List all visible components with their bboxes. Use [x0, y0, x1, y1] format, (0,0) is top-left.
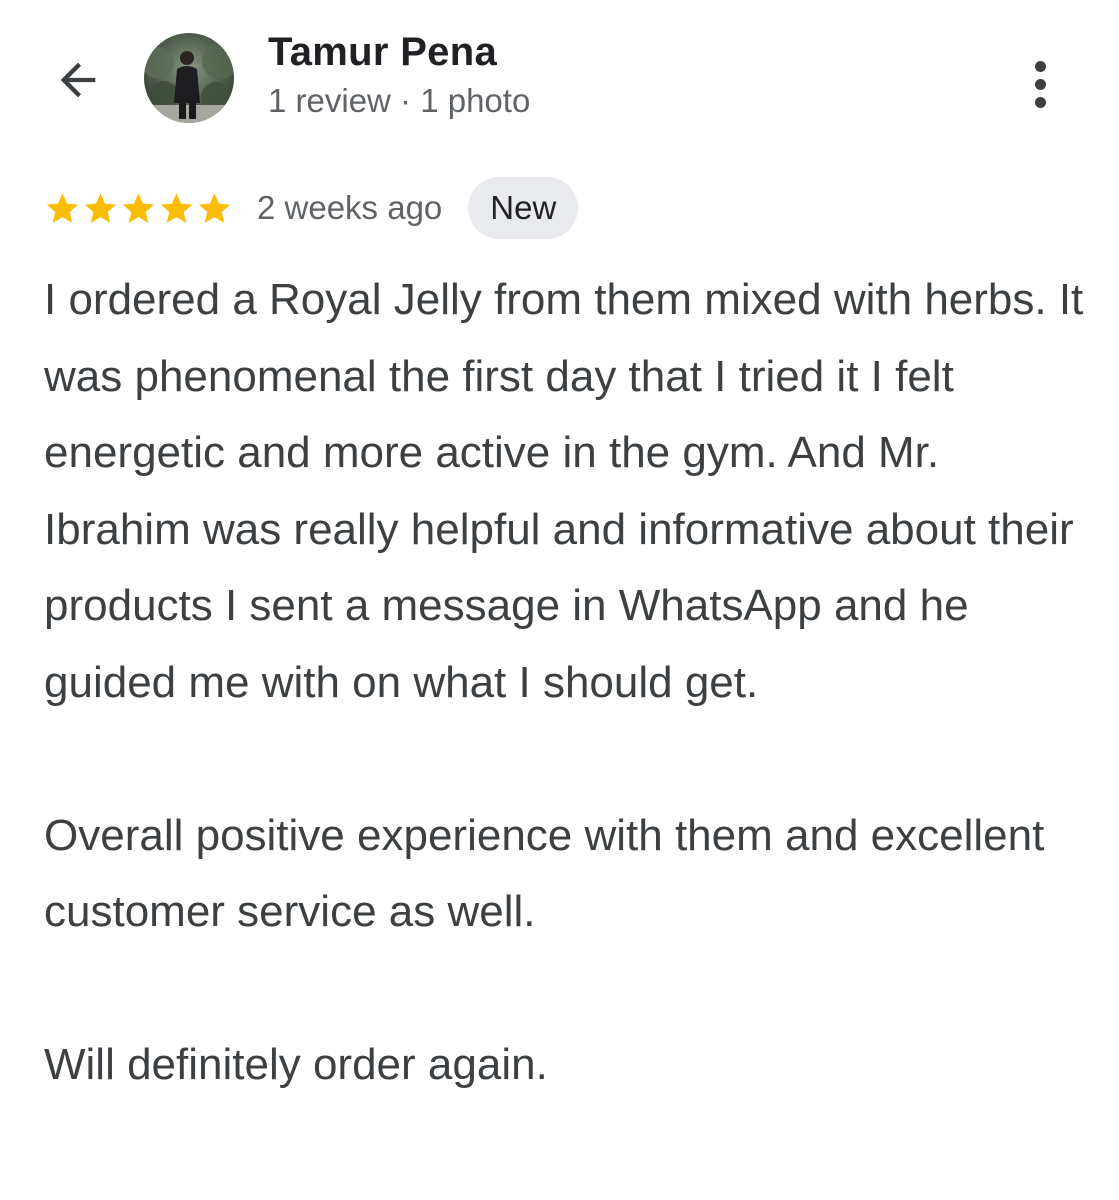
more-vertical-icon	[1034, 60, 1046, 72]
rating-row: 2 weeks ago New	[44, 176, 579, 240]
reviewer-meta: 1 review · 1 photo	[268, 82, 531, 119]
more-vertical-icon-dot	[1034, 78, 1046, 90]
avatar-photo	[144, 33, 234, 123]
reviewer-name[interactable]: Tamur Pena	[268, 30, 497, 75]
review-text: I ordered a Royal Jelly from them mixed …	[44, 262, 1084, 1104]
avatar[interactable]	[144, 33, 234, 123]
star-icon	[84, 192, 117, 223]
review-paragraph: Overall positive experience with them an…	[44, 810, 1045, 937]
new-badge: New	[468, 177, 579, 239]
star-icon	[198, 192, 231, 223]
star-icon	[122, 192, 155, 223]
review-paragraph: Will definitely order again.	[44, 1040, 548, 1089]
star-icon	[160, 192, 193, 223]
star-icon	[46, 192, 79, 223]
star-rating	[44, 190, 233, 227]
review-time: 2 weeks ago	[257, 189, 443, 226]
review-page: Tamur Pena 1 review · 1 photo 2 weeks ag…	[0, 0, 1119, 1200]
reviewer-header: Tamur Pena 1 review · 1 photo	[0, 0, 1119, 150]
more-vertical-icon-dot	[1034, 96, 1046, 108]
review-paragraph: I ordered a Royal Jelly from them mixed …	[44, 275, 1084, 707]
more-options-button[interactable]	[1018, 52, 1062, 116]
arrow-left-icon	[60, 62, 96, 98]
back-button[interactable]	[50, 52, 106, 108]
